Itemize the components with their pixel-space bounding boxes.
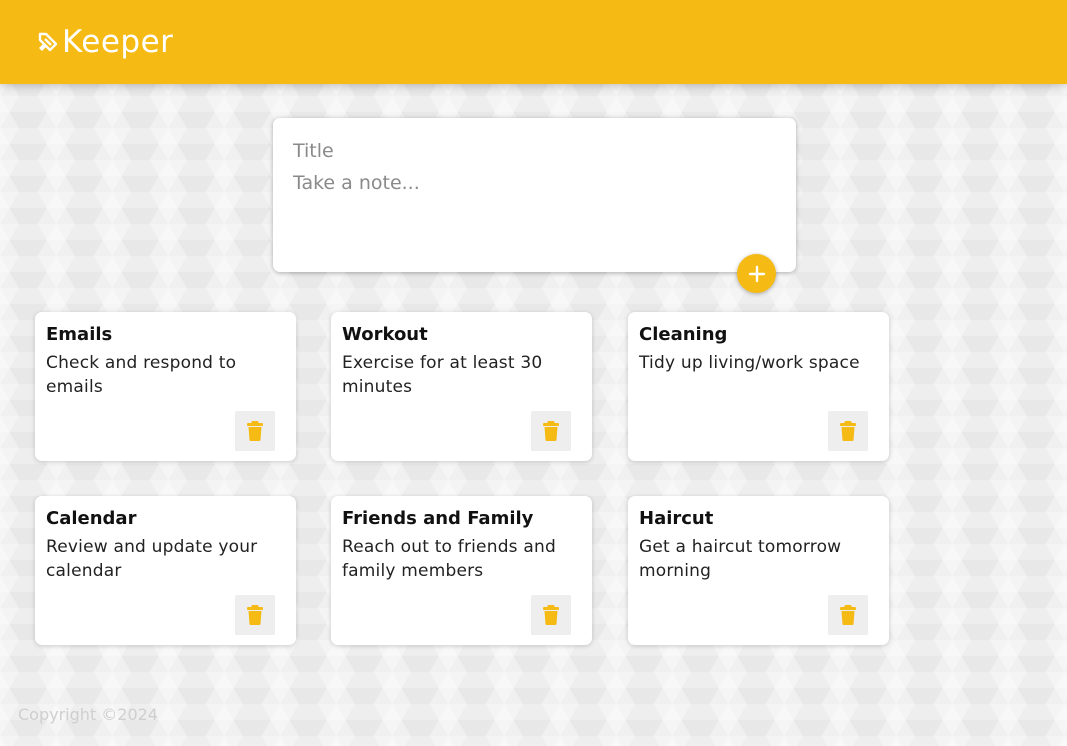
- highlighter-icon: [38, 32, 58, 52]
- trash-icon: [543, 421, 559, 441]
- delete-note-button[interactable]: [531, 411, 571, 451]
- trash-icon: [840, 605, 856, 625]
- delete-note-button[interactable]: [235, 411, 275, 451]
- note-card: Cleaning Tidy up living/work space: [628, 312, 889, 461]
- note-card: Emails Check and respond to emails: [35, 312, 296, 461]
- delete-note-button[interactable]: [531, 595, 571, 635]
- note-title: Friends and Family: [342, 508, 534, 529]
- delete-note-button[interactable]: [828, 595, 868, 635]
- note-title: Cleaning: [639, 324, 728, 345]
- note-card: Workout Exercise for at least 30 minutes: [331, 312, 592, 461]
- note-content: Reach out to friends and family members: [342, 537, 556, 581]
- note-card: Calendar Review and update your calendar: [35, 496, 296, 645]
- note-content: Tidy up living/work space: [639, 353, 860, 373]
- trash-icon: [543, 605, 559, 625]
- create-note-form: [273, 118, 796, 272]
- note-content-input[interactable]: [293, 172, 776, 252]
- trash-icon: [840, 421, 856, 441]
- trash-icon: [247, 605, 263, 625]
- app-title: Keeper: [62, 24, 174, 60]
- note-title: Workout: [342, 324, 428, 345]
- app-logo: Keeper: [36, 24, 173, 60]
- plus-icon: [748, 265, 765, 282]
- note-card: Haircut Get a haircut tomorrow morning: [628, 496, 889, 645]
- note-content: Exercise for at least 30 minutes: [342, 353, 543, 397]
- note-content: Review and update your calendar: [46, 537, 258, 581]
- note-title: Haircut: [639, 508, 714, 529]
- note-title-input[interactable]: [293, 138, 776, 164]
- app-header: Keeper: [0, 0, 1067, 84]
- copyright-footer: Copyright ©2024: [18, 705, 158, 724]
- note-card: Friends and Family Reach out to friends …: [331, 496, 592, 645]
- trash-icon: [247, 421, 263, 441]
- note-title: Calendar: [46, 508, 137, 529]
- delete-note-button[interactable]: [828, 411, 868, 451]
- note-content: Check and respond to emails: [46, 353, 237, 397]
- note-content: Get a haircut tomorrow morning: [639, 537, 842, 581]
- note-title: Emails: [46, 324, 113, 345]
- delete-note-button[interactable]: [235, 595, 275, 635]
- add-note-button[interactable]: [737, 254, 776, 293]
